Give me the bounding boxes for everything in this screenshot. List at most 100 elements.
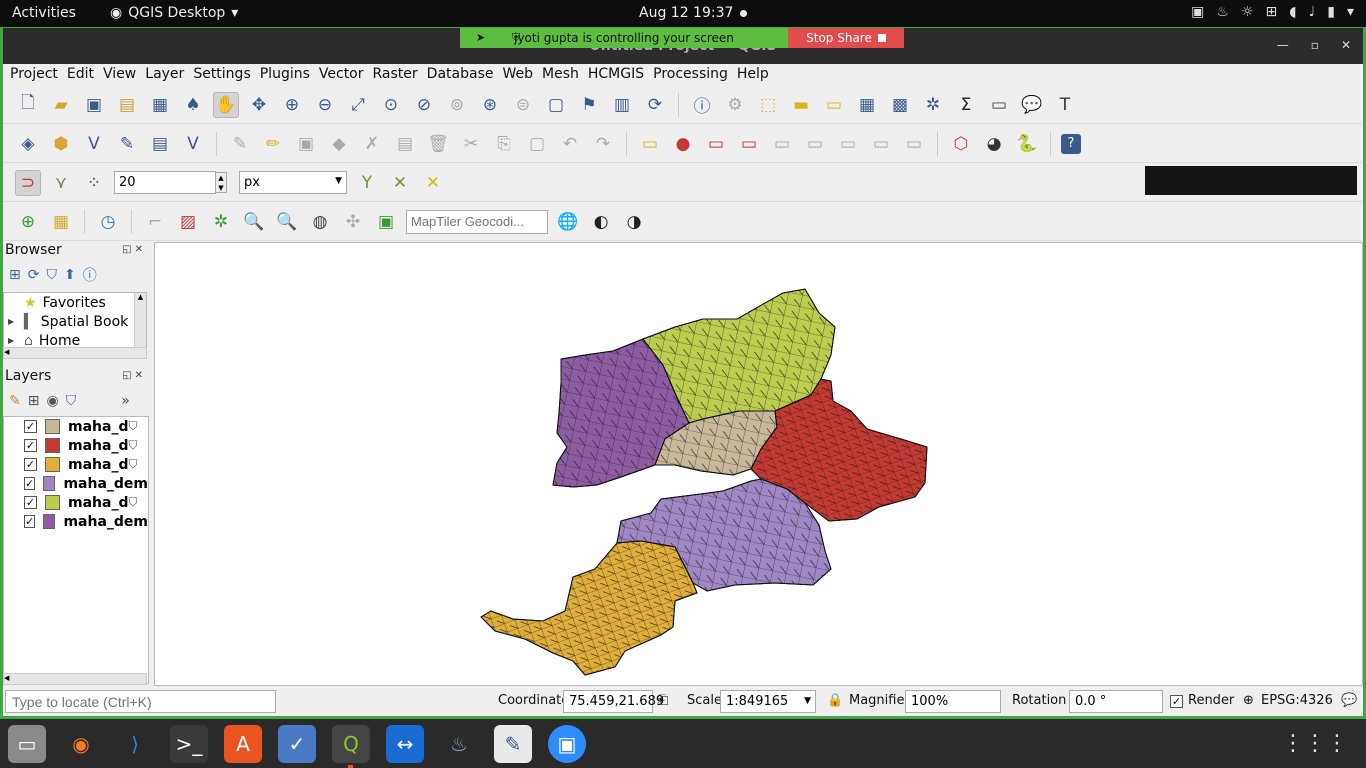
browser-filter-icon[interactable]: ⛉ [46, 267, 57, 283]
rotate-label-icon[interactable]: ▭ [835, 131, 861, 157]
microphone-icon[interactable]: ♩ [1309, 4, 1316, 20]
plugin-green-map-icon[interactable]: ✲ [208, 209, 234, 235]
zoom-in-icon[interactable]: ⊕ [279, 92, 305, 118]
identify-features-icon[interactable]: ⓘ [689, 92, 715, 118]
snapping-tolerance-input[interactable]: 20 ▲ ▼ [114, 171, 227, 194]
maptiler-layers-icon[interactable]: ◐ [588, 209, 614, 235]
label-toolbar-icon[interactable]: ▭ [637, 131, 663, 157]
measure-line-icon[interactable]: ▭ [986, 92, 1012, 118]
new-bookmark-icon[interactable]: ⚑ [576, 92, 602, 118]
field-calculator-icon[interactable]: ▩ [887, 92, 913, 118]
maptiler-globe-icon[interactable]: 🌐 [555, 209, 581, 235]
show-hide-labels-icon[interactable]: ▭ [769, 131, 795, 157]
add-selected-layers-icon[interactable]: ⊞ [9, 267, 21, 283]
redo-icon[interactable]: ↷ [590, 131, 616, 157]
pgadmin-app-icon[interactable]: ♨ [440, 725, 478, 763]
maximize-icon[interactable]: ▫ [1311, 38, 1319, 52]
zoom-tray-icon[interactable]: ▣ [1191, 4, 1204, 20]
globe-icon[interactable]: ◍ [307, 209, 333, 235]
power-menu-caret-icon[interactable]: ▾ [1347, 4, 1354, 20]
deselect-features-icon[interactable]: ▭ [821, 92, 847, 118]
layer-item[interactable]: ✓ maha_d ⛉ [4, 436, 148, 455]
text-editor-app-icon[interactable]: ✎ [494, 724, 532, 763]
open-project-icon[interactable]: ▰ [48, 92, 74, 118]
scale-combobox[interactable]: 1:849165 ▼ [720, 690, 816, 713]
panel-float-close-icons[interactable]: ◱✕ [122, 370, 146, 381]
app-menu[interactable]: ◉ QGIS Desktop ▾ [110, 5, 238, 21]
select-by-value-icon[interactable]: ▬ [788, 92, 814, 118]
volume-icon[interactable]: ◖ [1289, 4, 1296, 20]
current-edits-icon[interactable]: ✎ [227, 131, 253, 157]
open-layer-styling-icon[interactable]: ✎ [9, 393, 21, 409]
render-checkbox[interactable]: ✓ [1170, 695, 1183, 708]
temporal-controller-icon[interactable]: ◷ [95, 209, 121, 235]
label-properties-icon[interactable]: ▭ [901, 131, 927, 157]
add-point-icon[interactable]: ▨ [175, 209, 201, 235]
vscode-app-icon[interactable]: ⟩ [116, 725, 154, 763]
layer-symbol-swatch[interactable] [43, 514, 56, 529]
layer-symbol-swatch[interactable] [43, 476, 56, 491]
zoom-native-icon[interactable]: ⊚ [444, 92, 470, 118]
teamviewer-app-icon[interactable]: ↔ [386, 724, 424, 763]
bounding-box-icon[interactable]: ▣ [373, 209, 399, 235]
highlight-pinned-labels-icon[interactable]: ▭ [703, 131, 729, 157]
expand-icon[interactable]: ▶ [8, 317, 18, 326]
save-edits-icon[interactable]: ▣ [293, 131, 319, 157]
snap-segment-icon[interactable]: ⁘ [81, 170, 107, 196]
new-print-layout-icon[interactable]: ▤ [114, 92, 140, 118]
snapping-units-select[interactable]: px ▼ [239, 171, 347, 194]
collapse-all-icon[interactable]: ⬆ [64, 267, 76, 283]
layer-symbol-swatch[interactable] [45, 457, 60, 472]
new-map-view-icon[interactable]: ▢ [543, 92, 569, 118]
system-tray[interactable]: ▣ ♨ ☼ ⊞ ◖ ♩ ▮ ▾ [1191, 4, 1354, 20]
browser-item-favorites[interactable]: ★ Favorites [4, 293, 146, 312]
magnifier-spinbox[interactable]: 100% [905, 690, 1001, 713]
attribute-table-icon[interactable]: ▦ [854, 92, 880, 118]
more-icon[interactable]: » [121, 393, 130, 409]
manage-visibility-icon[interactable]: ◉ [46, 393, 58, 409]
search-map-icon[interactable]: 🔍 [241, 209, 267, 235]
zoom-app-icon[interactable]: ▣ [548, 724, 586, 763]
layout-manager-icon[interactable]: ▦ [147, 92, 173, 118]
crs-status[interactable]: EPSG:4326 [1261, 693, 1333, 708]
maptiler-settings-icon[interactable]: ◑ [621, 209, 647, 235]
network-icon[interactable]: ⊞ [1266, 4, 1278, 20]
clock[interactable]: Aug 12 19:37 [639, 5, 733, 21]
zoom-out-icon[interactable]: ⊖ [312, 92, 338, 118]
layer-visibility-checkbox[interactable]: ✓ [24, 420, 37, 433]
menu-help[interactable]: Help [734, 64, 775, 86]
refresh-icon[interactable]: ⟳ [642, 92, 668, 118]
new-virtual-layer-icon[interactable]: ▤ [147, 131, 173, 157]
delete-selected-icon[interactable]: 🗑 [425, 131, 451, 157]
toggle-extents-icon[interactable]: ⎗ [658, 693, 668, 708]
layer-visibility-checkbox[interactable]: ✓ [24, 439, 37, 452]
menu-layer[interactable]: Layer [142, 64, 190, 86]
terminal-app-icon[interactable]: >_ [170, 724, 208, 763]
stop-share-button[interactable]: Stop Share [788, 28, 904, 48]
lock-scale-icon[interactable]: 🔒 [827, 693, 843, 708]
zoom-to-layer-icon[interactable]: ⊘ [411, 92, 437, 118]
layer-visibility-checkbox[interactable]: ✓ [24, 496, 37, 509]
snap-intersection-icon[interactable]: ✕ [420, 170, 446, 196]
menu-view[interactable]: View [100, 64, 142, 86]
toggle-editing-icon[interactable]: ✏ [260, 131, 286, 157]
move-label-icon[interactable]: ▭ [802, 131, 828, 157]
layer-visibility-checkbox[interactable]: ✓ [24, 477, 36, 490]
snap-vertex-icon[interactable]: ⋎ [48, 170, 74, 196]
menu-database[interactable]: Database [424, 64, 500, 86]
layer-diagram-icon[interactable]: ● [670, 131, 696, 157]
brightness-icon[interactable]: ☼ [1241, 4, 1254, 20]
filter-legend-icon[interactable]: ⛉ [66, 393, 77, 409]
geometry-checker-icon[interactable]: ◕ [981, 131, 1007, 157]
activities-button[interactable]: Activities [12, 5, 76, 21]
locator-search-input[interactable] [5, 690, 276, 713]
map-canvas[interactable] [154, 242, 1363, 686]
menu-vector[interactable]: Vector [316, 64, 370, 86]
layer-symbol-swatch[interactable] [45, 495, 60, 510]
paste-features-icon[interactable]: ▢ [524, 131, 550, 157]
menu-project[interactable]: Project [7, 64, 64, 86]
firefox-app-icon[interactable]: ◉ [62, 725, 100, 763]
change-label-icon[interactable]: ▭ [868, 131, 894, 157]
menu-processing[interactable]: Processing [650, 64, 734, 86]
save-project-icon[interactable]: ▣ [81, 92, 107, 118]
